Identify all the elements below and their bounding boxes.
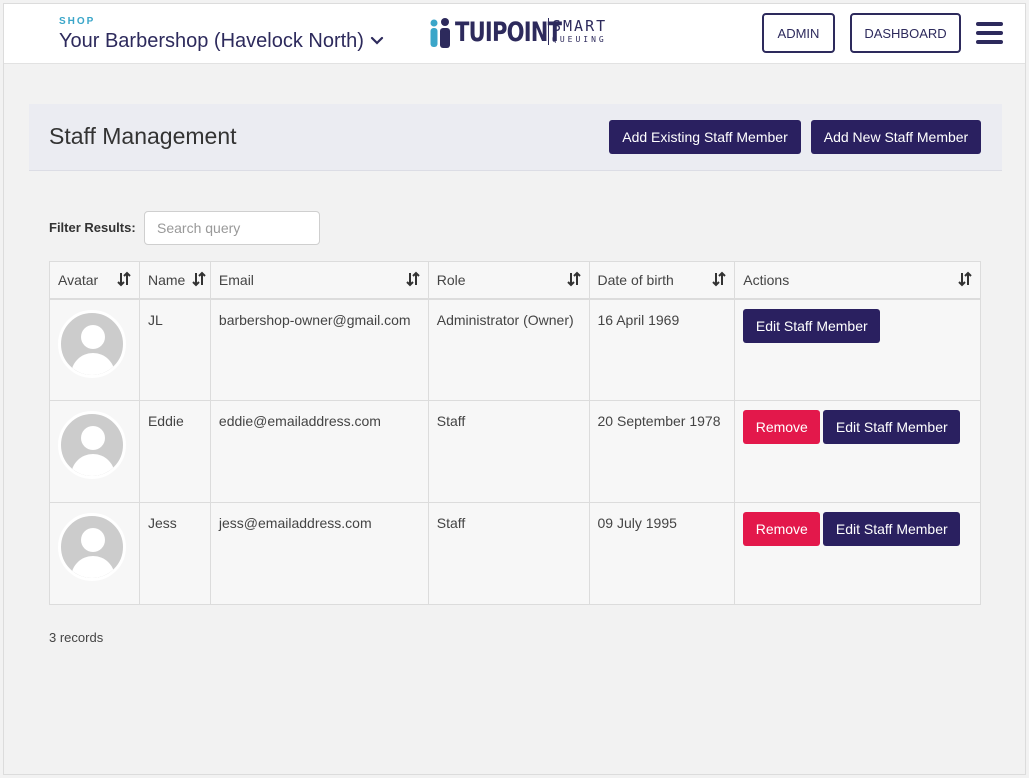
actions-cell: Remove Edit Staff Member [734, 400, 981, 503]
actions-cell: Edit Staff Member [734, 298, 981, 401]
avatar-cell [49, 400, 140, 503]
people-logo-icon [430, 18, 450, 48]
sort-icon[interactable] [958, 271, 972, 287]
name-cell: Eddie [138, 400, 211, 503]
actions-cell: Remove Edit Staff Member [734, 502, 981, 605]
chevron-down-icon [370, 36, 384, 45]
logo-queuing: QUEUING [552, 35, 607, 44]
shop-name: Your Barbershop (Havelock North) [59, 30, 364, 52]
role-cell: Staff [427, 502, 590, 605]
sort-icon[interactable] [117, 271, 131, 287]
sort-icon[interactable] [406, 271, 420, 287]
add-existing-staff-button[interactable]: Add Existing Staff Member [609, 120, 801, 154]
role-cell: Staff [427, 400, 590, 503]
dashboard-button[interactable]: DASHBOARD [850, 13, 961, 53]
column-header-date-of-birth[interactable]: Date of birth [588, 261, 736, 300]
logo-text: TUIPOINT [455, 17, 562, 48]
avatar [58, 309, 126, 378]
edit-staff-member-button[interactable]: Edit Staff Member [743, 308, 881, 343]
admin-button[interactable]: ADMIN [762, 13, 835, 53]
dob-cell: 20 September 1978 [588, 400, 736, 503]
column-header-role[interactable]: Role [427, 261, 590, 300]
logo-subtext: SMART QUEUING [548, 18, 608, 45]
avatar-cell [49, 298, 140, 401]
avatar [58, 411, 126, 479]
sort-icon[interactable] [712, 271, 726, 287]
avatar-cell [49, 502, 140, 605]
add-new-staff-button[interactable]: Add New Staff Member [811, 120, 981, 154]
sort-icon[interactable] [566, 271, 581, 287]
column-header-name[interactable]: Name [138, 261, 211, 300]
email-cell: barbershop-owner@gmail.com [209, 298, 429, 401]
name-cell: JL [138, 298, 211, 401]
dob-cell: 09 July 1995 [588, 502, 736, 605]
column-header-actions[interactable]: Actions [734, 261, 981, 300]
avatar [58, 513, 126, 581]
logo-smart: SMART [552, 17, 608, 35]
filter-label: Filter Results: [49, 220, 136, 235]
page-title: Staff Management [49, 123, 237, 149]
email-cell: eddie@emailaddress.com [209, 400, 429, 503]
name-cell: Jess [138, 502, 211, 605]
column-header-email[interactable]: Email [209, 261, 429, 300]
shop-selector[interactable]: SHOP Your Barbershop (Havelock North) [59, 16, 384, 54]
role-cell: Administrator (Owner) [427, 298, 590, 401]
table-row: Jess jess@emailaddress.com Staff 09 July… [49, 502, 981, 605]
email-cell: jess@emailaddress.com [209, 502, 429, 605]
remove-button[interactable]: Remove [743, 410, 821, 444]
page-header: Staff Management Add Existing Staff Memb… [29, 104, 1002, 171]
hamburger-menu-icon[interactable] [976, 22, 1003, 44]
top-navbar: SHOP Your Barbershop (Havelock North) TU… [4, 4, 1025, 64]
shop-name-dropdown[interactable]: Your Barbershop (Havelock North) [59, 28, 384, 54]
tuipoint-logo: TUIPOINT SMART QUEUING [429, 16, 605, 50]
app-frame: SHOP Your Barbershop (Havelock North) TU… [3, 3, 1026, 775]
edit-staff-member-button[interactable]: Edit Staff Member [823, 512, 961, 546]
record-count: 3 records [49, 630, 104, 645]
sort-icon[interactable] [192, 271, 206, 287]
edit-staff-member-button[interactable]: Edit Staff Member [823, 410, 961, 444]
table-row: JL barbershop-owner@gmail.com Administra… [49, 298, 981, 401]
table-row: Eddie eddie@emailaddress.com Staff 20 Se… [49, 400, 981, 503]
shop-label: SHOP [59, 16, 96, 27]
table-header-row: Avatar Name Email Role Date of birth Act… [49, 261, 981, 300]
staff-table: Avatar Name Email Role Date of birth Act… [49, 261, 981, 605]
dob-cell: 16 April 1969 [588, 298, 736, 401]
remove-button[interactable]: Remove [743, 512, 821, 546]
column-header-avatar[interactable]: Avatar [49, 261, 140, 300]
search-input[interactable] [144, 211, 320, 245]
